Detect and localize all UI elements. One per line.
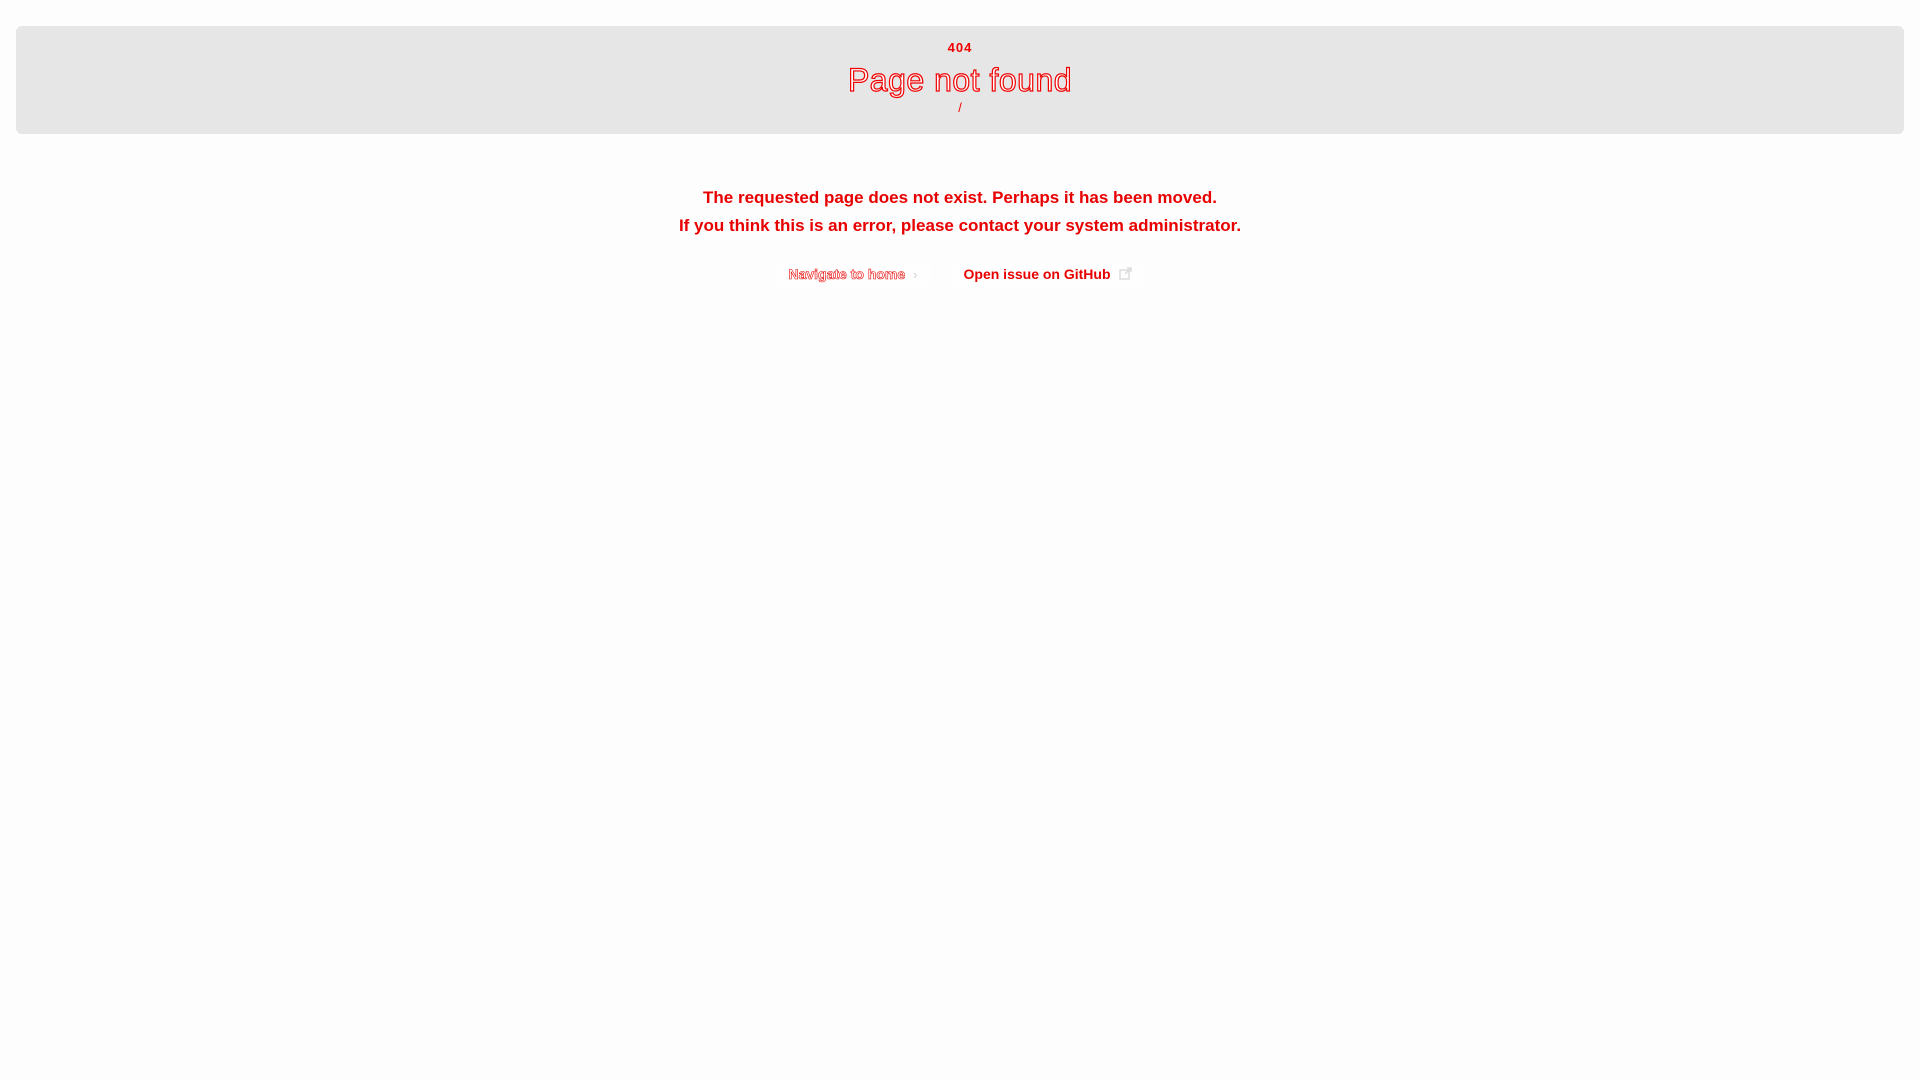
path-label: / — [958, 100, 962, 115]
error-header: 404 Page not found / — [16, 26, 1904, 134]
error-message: The requested page does not exist. Perha… — [0, 184, 1920, 240]
error-message-line-2: If you think this is an error, please co… — [678, 216, 1242, 235]
chevron-right-icon: › — [913, 266, 918, 282]
page-title: Page not found — [847, 61, 1073, 98]
navigate-home-label: Navigate to home — [788, 266, 906, 283]
navigate-home-button[interactable]: Navigate to home › — [776, 262, 930, 286]
open-issue-github-label: Open issue on GitHub — [963, 266, 1111, 282]
external-link-icon — [1118, 266, 1132, 282]
error-code: 404 — [947, 40, 973, 55]
action-bar: Navigate to home › Open issue on GitHub — [0, 262, 1920, 286]
error-message-line-1: The requested page does not exist. Perha… — [703, 188, 1217, 207]
open-issue-github-button[interactable]: Open issue on GitHub — [951, 262, 1144, 286]
